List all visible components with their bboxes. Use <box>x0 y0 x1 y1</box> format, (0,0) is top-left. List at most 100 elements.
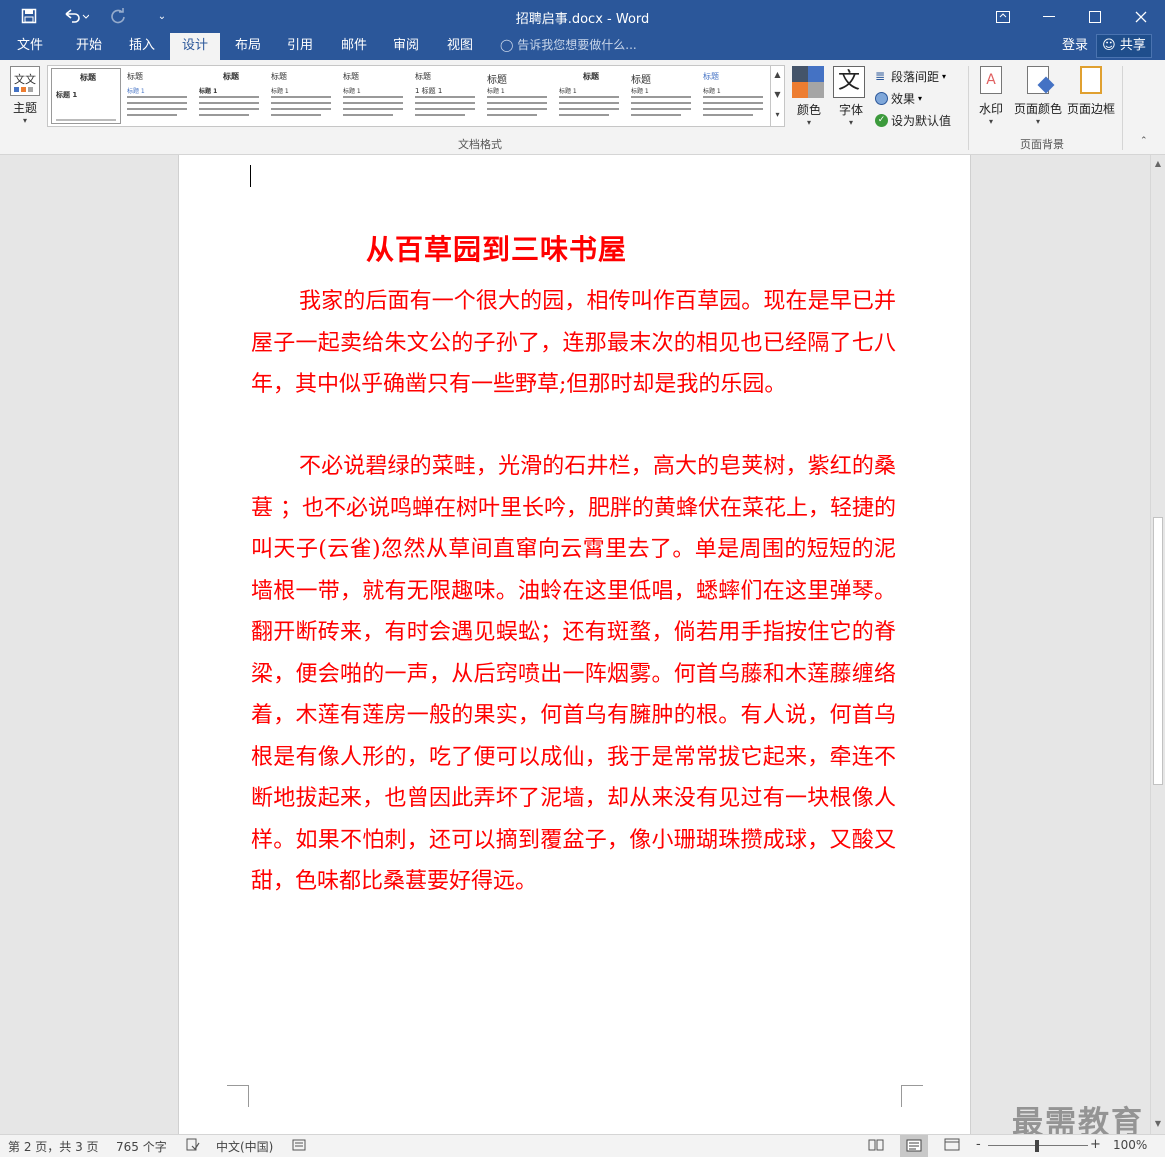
scrollbar-thumb[interactable] <box>1153 517 1163 785</box>
page-count-status[interactable]: 第 2 页，共 3 页 <box>8 1138 99 1155</box>
proofing-icon[interactable] <box>186 1138 200 1154</box>
page-background-group-label: 页面背景 <box>1020 138 1064 151</box>
minimize-icon[interactable] <box>1026 0 1072 33</box>
watermark-dropdown-icon: ▾ <box>988 117 993 126</box>
zoom-slider-thumb[interactable] <box>1035 1140 1039 1152</box>
margin-corner-mark <box>901 1085 923 1107</box>
maximize-icon[interactable] <box>1072 0 1118 33</box>
tab-mailings[interactable]: 邮件 <box>330 33 378 60</box>
effects-icon <box>875 91 888 105</box>
fonts-button[interactable]: 文 字体 ▾ <box>833 66 869 127</box>
zoom-in-button[interactable]: + <box>1090 1137 1101 1152</box>
style-set-item[interactable]: 标题 标题 1 <box>483 68 553 124</box>
page-border-label: 页面边框 <box>1066 102 1115 116</box>
zoom-out-button[interactable]: - <box>976 1137 981 1152</box>
style-set-item[interactable]: 标题 标题 1 <box>555 68 625 124</box>
tab-insert[interactable]: 插入 <box>118 33 166 60</box>
themes-button[interactable]: 文文 主题 ▾ <box>6 66 44 128</box>
page-border-button[interactable]: 页面边框 <box>1066 66 1116 117</box>
colors-button[interactable]: 颜色 ▾ <box>792 66 826 127</box>
paragraph-spacing-button[interactable]: ≣ 段落间距 ▾ <box>875 66 946 86</box>
margin-corner-mark <box>227 1085 249 1107</box>
gallery-more-icon[interactable]: ▾ <box>770 106 784 126</box>
vertical-scrollbar[interactable]: ▲ ▼ <box>1150 155 1165 1134</box>
tab-review[interactable]: 审阅 <box>382 33 430 60</box>
colors-dropdown-icon: ▾ <box>806 118 811 127</box>
person-icon: ☺ <box>1102 38 1116 53</box>
ribbon-tabs: 文件 开始 插入 设计 布局 引用 邮件 审阅 视图 ◯ 告诉我您想要做什么..… <box>0 33 1165 60</box>
close-icon[interactable] <box>1118 0 1164 33</box>
web-layout-icon[interactable] <box>944 1138 960 1154</box>
style-set-item[interactable]: 标题 标题 1 <box>699 68 769 124</box>
ribbon-separator <box>968 66 969 150</box>
title-bar: ⌄ 招聘启事.docx - Word <box>0 0 1165 33</box>
paragraph-spacing-dropdown-icon: ▾ <box>942 71 947 81</box>
ribbon-display-options-icon[interactable] <box>980 0 1026 33</box>
style-set-item[interactable]: 标题 标题 1 <box>267 68 337 124</box>
scroll-up-icon[interactable]: ▲ <box>1151 157 1165 171</box>
style-set-item[interactable]: 标题 1 标题 1 <box>411 68 481 124</box>
style-set-item[interactable]: 标题 标题 1 <box>627 68 697 124</box>
read-mode-icon[interactable] <box>868 1138 884 1154</box>
paragraph-spacing-icon: ≣ <box>875 69 886 83</box>
document-paragraph[interactable]: 不必说碧绿的菜畦，光滑的石井栏，高大的皂荚树，紫红的桑葚 ；也不必说鸣蝉在树叶里… <box>251 446 896 903</box>
tab-view[interactable]: 视图 <box>436 33 484 60</box>
fonts-dropdown-icon: ▾ <box>848 118 853 127</box>
effects-button[interactable]: 效果 ▾ <box>875 88 922 108</box>
page-color-icon <box>1027 66 1055 94</box>
fonts-label: 字体 <box>838 103 863 117</box>
set-default-button[interactable]: ✓ 设为默认值 <box>875 110 951 130</box>
watermark-button[interactable]: A 水印 ▾ <box>976 66 1006 126</box>
themes-dropdown-icon: ▾ <box>22 116 27 125</box>
lightbulb-icon: ◯ <box>500 38 514 52</box>
colors-label: 颜色 <box>796 103 821 117</box>
document-page[interactable]: 从百草园到三味书屋 我家的后面有一个很大的园，相传叫作百草园。现在是早已并屋子一… <box>178 155 971 1134</box>
themes-icon: 文文 <box>10 66 40 96</box>
themes-label: 主题 <box>12 101 37 115</box>
word-count-status[interactable]: 765 个字 <box>116 1138 167 1155</box>
gallery-scroll-down-icon[interactable]: ▼ <box>770 86 784 106</box>
tab-layout[interactable]: 布局 <box>224 33 272 60</box>
tab-references[interactable]: 引用 <box>276 33 324 60</box>
tab-file[interactable]: 文件 <box>6 33 54 60</box>
tab-home[interactable]: 开始 <box>64 33 114 60</box>
text-cursor <box>250 165 251 187</box>
page-color-label: 页面颜色 <box>1013 102 1062 116</box>
fonts-icon: 文 <box>833 66 865 98</box>
zoom-level[interactable]: 100% <box>1113 1138 1147 1152</box>
watermark-label: 水印 <box>978 102 1003 116</box>
share-button[interactable]: ☺ 共享 <box>1096 34 1152 58</box>
page-color-dropdown-icon: ▾ <box>1035 117 1040 126</box>
page-color-button[interactable]: 页面颜色 ▾ <box>1012 66 1064 126</box>
page-border-icon <box>1080 66 1102 94</box>
document-area: 从百草园到三味书屋 我家的后面有一个很大的园，相传叫作百草园。现在是早已并屋子一… <box>0 155 1150 1134</box>
ribbon-separator <box>1122 66 1123 150</box>
watermark-icon: A <box>980 66 1002 94</box>
effects-label: 效果 <box>891 91 916 106</box>
colors-icon <box>792 66 824 98</box>
collapse-ribbon-icon[interactable]: ⌃ <box>1140 136 1148 146</box>
macro-record-icon[interactable] <box>292 1138 306 1154</box>
checkmark-icon: ✓ <box>875 113 888 127</box>
tell-me-text: 告诉我您想要做什么... <box>517 38 637 52</box>
gallery-scroll-up-icon[interactable]: ▲ <box>770 66 784 86</box>
style-set-item[interactable]: 标题 标题 1 <box>123 68 193 124</box>
document-paragraph[interactable]: 我家的后面有一个很大的园，相传叫作百草园。现在是早已并屋子一起卖给朱文公的子孙了… <box>251 281 896 406</box>
share-label: 共享 <box>1119 38 1146 53</box>
language-status[interactable]: 中文(中国) <box>216 1138 273 1155</box>
style-set-item[interactable]: 标题 标题 1 <box>195 68 265 124</box>
doc-format-group-label: 文档格式 <box>458 138 502 151</box>
status-bar: 第 2 页，共 3 页 765 个字 中文(中国) - + 100% <box>0 1134 1165 1157</box>
set-default-label: 设为默认值 <box>891 113 952 128</box>
tell-me-box[interactable]: ◯ 告诉我您想要做什么... <box>500 33 637 60</box>
tab-design[interactable]: 设计 <box>170 33 220 60</box>
style-set-gallery: 标题 标题 1 标题 标题 1 标题 标题 1 标题 标题 1 标题 标题 1 … <box>47 65 785 127</box>
document-heading[interactable]: 从百草园到三味书屋 <box>366 228 627 268</box>
style-set-item[interactable]: 标题 标题 1 <box>51 68 121 124</box>
paragraph-spacing-label: 段落间距 <box>891 69 940 84</box>
login-link[interactable]: 登录 <box>1062 33 1088 58</box>
style-set-item[interactable]: 标题 标题 1 <box>339 68 409 124</box>
print-layout-icon[interactable] <box>900 1135 928 1157</box>
scroll-down-icon[interactable]: ▼ <box>1151 1117 1165 1131</box>
effects-dropdown-icon: ▾ <box>918 93 923 103</box>
